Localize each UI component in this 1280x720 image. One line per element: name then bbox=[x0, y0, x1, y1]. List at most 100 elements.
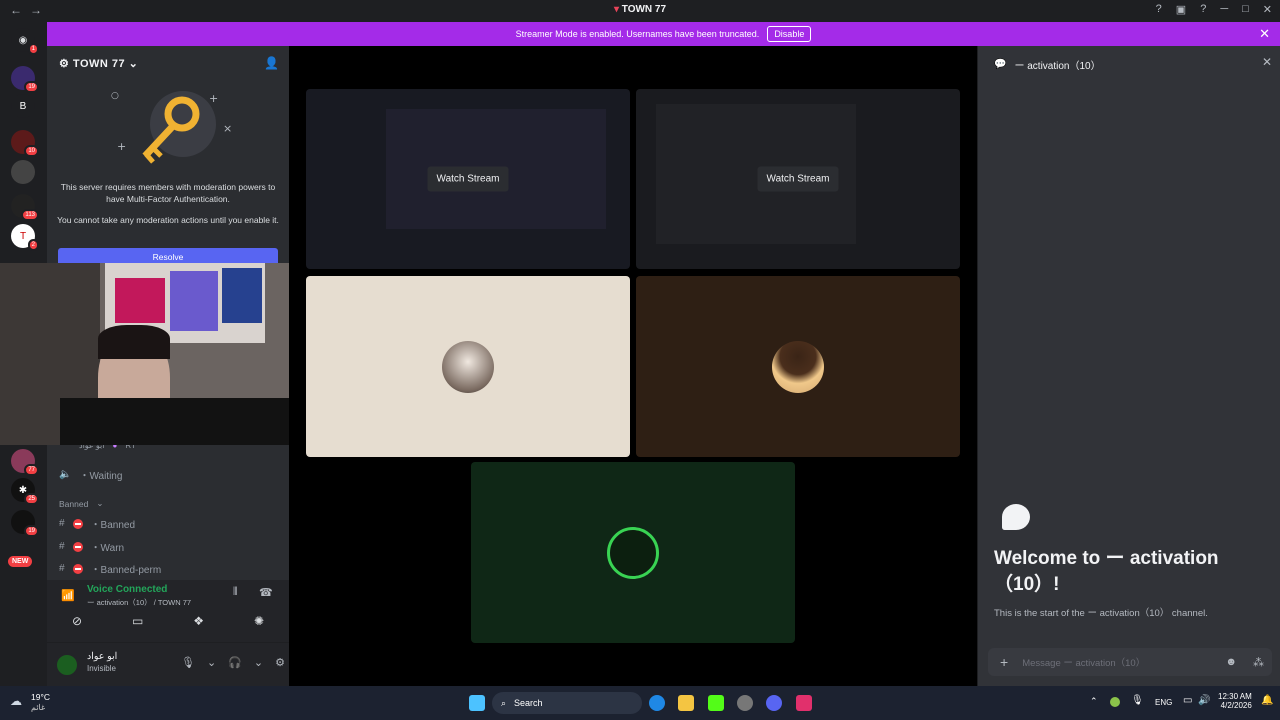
obs-icon[interactable] bbox=[737, 695, 753, 711]
participant-tile[interactable] bbox=[636, 276, 960, 457]
stream-tile[interactable]: Watch Stream bbox=[636, 89, 960, 269]
welcome-heading: Welcome to ー activation（10）! bbox=[994, 548, 1219, 595]
server-icon[interactable]: 10 bbox=[11, 130, 39, 157]
poster bbox=[170, 271, 218, 331]
soundboard-icon[interactable]: ✺ bbox=[254, 614, 264, 628]
voice-actions: ⊘ ▭ ❖ ✺ bbox=[47, 614, 289, 628]
mfa-warning: You cannot take any moderation actions u… bbox=[57, 215, 279, 225]
svg-text:○: ○ bbox=[111, 91, 119, 101]
emoji-icon[interactable]: ☻ bbox=[1225, 656, 1237, 668]
avatar[interactable] bbox=[55, 653, 79, 677]
window-controls: ? ▣ ? ─ □ ✕ bbox=[1156, 3, 1272, 16]
screen-share-icon[interactable]: ▭ bbox=[132, 614, 143, 628]
svg-text:×: × bbox=[223, 122, 232, 135]
mic-tray-icon[interactable]: 🎙 bbox=[1131, 695, 1144, 706]
maximize-icon[interactable]: □ bbox=[1242, 3, 1249, 16]
cloud-icon[interactable]: ☁ bbox=[10, 694, 22, 708]
help-icon[interactable]: ? bbox=[1156, 3, 1162, 16]
clock[interactable]: 12:30 AM 4/2/2026 bbox=[1218, 692, 1252, 710]
watch-stream-button[interactable]: Watch Stream bbox=[757, 166, 839, 192]
server-icon-town77[interactable]: T2 bbox=[11, 224, 39, 251]
mfa-notice: This server requires members with modera… bbox=[60, 182, 276, 204]
no-entry-icon bbox=[72, 563, 83, 574]
file-explorer-icon[interactable] bbox=[678, 695, 694, 711]
poster bbox=[222, 268, 262, 323]
server-icon[interactable] bbox=[11, 160, 35, 184]
search-icon: ⌕ bbox=[501, 697, 507, 708]
instagram-icon[interactable] bbox=[796, 695, 812, 711]
invite-icon[interactable]: 👤 bbox=[264, 56, 279, 70]
channel-warn[interactable]: # ・Warn bbox=[59, 539, 124, 554]
notification-bell-icon[interactable]: 🔔 bbox=[1261, 695, 1273, 706]
webcam-overlay bbox=[0, 263, 322, 445]
category-banned[interactable]: Banned ⌄ bbox=[59, 498, 103, 509]
activities-icon[interactable]: ❖ bbox=[193, 614, 204, 628]
noise-suppression-icon[interactable]: ⫴ bbox=[233, 586, 238, 599]
message-input[interactable]: + Message ー activation（10） ☻ ⁂ bbox=[988, 648, 1272, 676]
channel-waiting[interactable]: 🔈 ・Waiting bbox=[59, 467, 122, 482]
no-entry-icon bbox=[72, 541, 83, 552]
minimize-icon[interactable]: ─ bbox=[1220, 3, 1228, 16]
windows-start-icon[interactable] bbox=[469, 695, 485, 711]
username[interactable]: ابو عواد bbox=[87, 651, 117, 662]
banner-text: Streamer Mode is enabled. Usernames have… bbox=[515, 29, 760, 39]
avatar bbox=[772, 340, 824, 393]
search-box[interactable]: ⌕ Search bbox=[492, 692, 642, 714]
network-icon[interactable]: ▭ bbox=[1183, 695, 1192, 706]
avatar bbox=[442, 340, 494, 393]
close-window-icon[interactable]: ✕ bbox=[1263, 3, 1272, 16]
support-icon[interactable]: ? bbox=[1200, 3, 1206, 16]
channel-banned-perm[interactable]: # ・Banned-perm bbox=[59, 561, 161, 576]
apps-icon[interactable]: ⁂ bbox=[1253, 656, 1264, 669]
stream-tile[interactable]: Watch Stream bbox=[306, 89, 630, 269]
kick-icon[interactable] bbox=[708, 695, 724, 711]
camera-off-icon[interactable]: ⊘ bbox=[72, 614, 82, 628]
discord-taskbar-icon[interactable] bbox=[766, 695, 782, 711]
close-chat-icon[interactable]: ✕ bbox=[1262, 55, 1272, 69]
title-bar: ←→ ▾ TOWN 77 ? ▣ ? ─ □ ✕ bbox=[0, 0, 1280, 21]
tray-app-icon[interactable] bbox=[1110, 697, 1120, 707]
inbox-icon[interactable]: ▣ bbox=[1176, 3, 1186, 16]
plus-icon[interactable]: + bbox=[1000, 654, 1008, 670]
user-panel: ابو عواد Invisible 🎙 ⌄ 🎧 ⌄ ⚙ bbox=[47, 642, 289, 686]
hash-icon: # bbox=[59, 541, 65, 552]
disable-button[interactable]: Disable bbox=[767, 26, 812, 42]
disconnect-icon[interactable]: ☎ bbox=[259, 586, 273, 599]
language-indicator[interactable]: ENG bbox=[1155, 698, 1172, 707]
server-icon[interactable]: 19 bbox=[11, 510, 39, 537]
streamer-mode-banner: Streamer Mode is enabled. Usernames have… bbox=[47, 22, 1280, 46]
new-badge: NEW bbox=[8, 556, 33, 567]
server-icon[interactable]: ✱ 25 bbox=[11, 478, 39, 505]
tray-chevron-icon[interactable]: ⌃ bbox=[1090, 696, 1098, 707]
settings-gear-icon[interactable]: ⚙ bbox=[275, 656, 285, 669]
chat-header: 💬 ー activation（10） bbox=[994, 57, 1101, 72]
server-header[interactable]: ⚙ TOWN 77 ⌄ bbox=[59, 57, 138, 70]
chat-bubble-icon: 💬 bbox=[994, 59, 1007, 70]
headphones-icon[interactable]: 🎧 bbox=[228, 656, 242, 669]
taskbar: ☁ 19°C غائم ⌕ Search ⌃ 🎙 ENG ▭ 🔊 12:30 A… bbox=[0, 686, 1280, 720]
chevron-down-icon[interactable]: ⌄ bbox=[207, 656, 216, 669]
window-title: ▾ TOWN 77 bbox=[613, 4, 667, 15]
participant-tile[interactable] bbox=[306, 276, 630, 457]
edge-icon[interactable] bbox=[649, 695, 665, 711]
chat-bubble-icon bbox=[1002, 504, 1030, 530]
mic-icon[interactable]: 🎙 bbox=[181, 656, 195, 669]
discord-home-icon[interactable]: ◉ 1 bbox=[11, 28, 39, 55]
watch-stream-button[interactable]: Watch Stream bbox=[427, 166, 509, 192]
hair bbox=[98, 325, 170, 359]
no-entry-icon bbox=[72, 518, 83, 529]
close-banner-icon[interactable]: ✕ bbox=[1259, 26, 1270, 42]
server-icon[interactable]: 77 bbox=[11, 449, 39, 476]
server-icon[interactable]: 19 bbox=[11, 66, 39, 93]
server-icon-b[interactable]: B bbox=[11, 94, 35, 118]
channel-banned[interactable]: # ・Banned bbox=[59, 516, 135, 531]
chevron-down-icon[interactable]: ⌄ bbox=[254, 656, 263, 669]
hash-icon: # bbox=[59, 563, 65, 574]
hash-icon: # bbox=[59, 518, 65, 529]
volume-icon[interactable]: 🔊 bbox=[1198, 695, 1210, 706]
participant-tile[interactable] bbox=[471, 462, 795, 643]
voice-connected-label[interactable]: Voice Connected bbox=[87, 584, 167, 595]
weather-temp[interactable]: 19°C bbox=[31, 692, 50, 702]
server-icon[interactable]: 113 bbox=[11, 194, 39, 221]
voice-location[interactable]: ー activation（10） / TOWN 77 bbox=[87, 597, 191, 608]
